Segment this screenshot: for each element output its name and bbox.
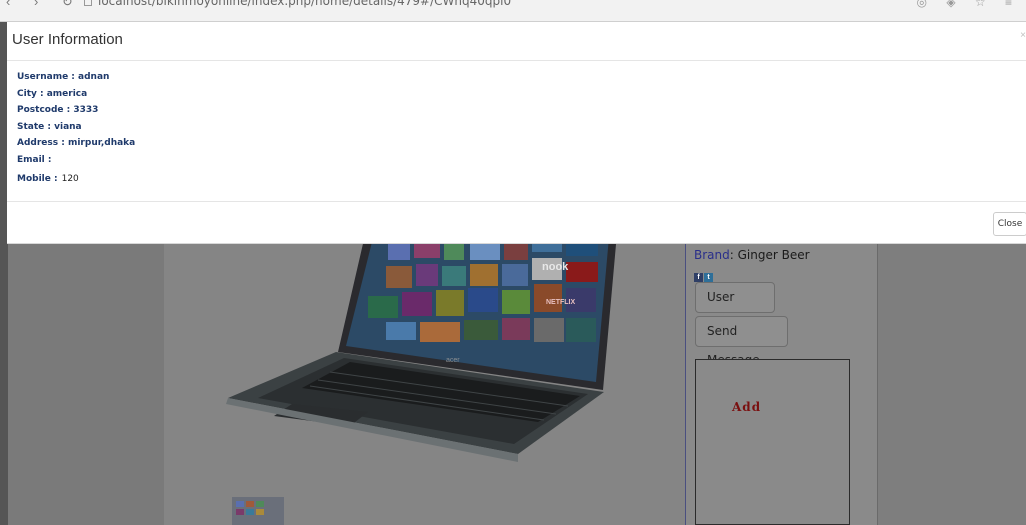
user-details-button[interactable]: User Details — [695, 282, 775, 333]
thumb-tile — [256, 509, 264, 515]
modal-title: User Information — [12, 31, 123, 48]
email-field: Email : — [17, 154, 52, 165]
mobile-label: Mobile : — [17, 174, 58, 184]
modal-body: Username : adnan City : america Postcode… — [17, 69, 135, 188]
postcode-field: Postcode : 3333 — [17, 105, 99, 115]
thumb-tile — [236, 509, 244, 515]
laptop-product-image: nook NETFLIX acer — [226, 222, 618, 462]
thumb-tile — [256, 501, 264, 507]
send-message-button[interactable]: Send Message — [695, 316, 788, 367]
page-icon — [84, 0, 92, 6]
mobile-value: 120 — [61, 174, 79, 184]
close-x-icon[interactable]: × — [1020, 30, 1026, 41]
city-field: City : america — [17, 88, 88, 99]
close-button[interactable]: Close — [993, 212, 1026, 236]
thumb-tile — [246, 509, 254, 515]
acer-logo: acer — [446, 357, 460, 364]
thumb-tile — [236, 501, 244, 507]
browser-chrome: ‹ › ↻ localhost/bikinmoyonline/index.php… — [0, 0, 1026, 22]
address-bar[interactable]: localhost/bikinmoyonline/index.php/home/… — [98, 0, 511, 8]
netflix-tile-label: NETFLIX — [546, 299, 575, 306]
browser-extension-icons[interactable]: ◎ ◈ ☆ ≡ — [917, 0, 1020, 9]
modal-footer: Close — [7, 201, 1026, 244]
twitter-icon[interactable]: t — [704, 273, 713, 282]
facebook-icon[interactable]: f — [694, 273, 703, 282]
state-field: State : viana — [17, 121, 82, 132]
brand-label: Brand — [694, 248, 730, 262]
mobile-field: Mobile :120 — [17, 171, 135, 188]
modal-header: User Information × — [7, 22, 1026, 61]
ad-box[interactable]: Add — [695, 359, 850, 525]
product-thumbnail[interactable] — [232, 497, 284, 525]
nook-tile-label: nook — [542, 261, 569, 273]
user-info-modal: User Information × Username : adnan City… — [7, 22, 1026, 244]
back-forward-refresh-icons[interactable]: ‹ › ↻ — [6, 0, 83, 10]
address-field: Address : mirpur,dhaka — [17, 138, 136, 148]
username-field: Username : adnan — [17, 72, 110, 82]
ad-text: Add — [732, 400, 762, 414]
brand-line: Brand: Ginger Beer — [694, 248, 810, 262]
thumb-tile — [246, 501, 254, 507]
brand-value: : Ginger Beer — [729, 248, 810, 262]
